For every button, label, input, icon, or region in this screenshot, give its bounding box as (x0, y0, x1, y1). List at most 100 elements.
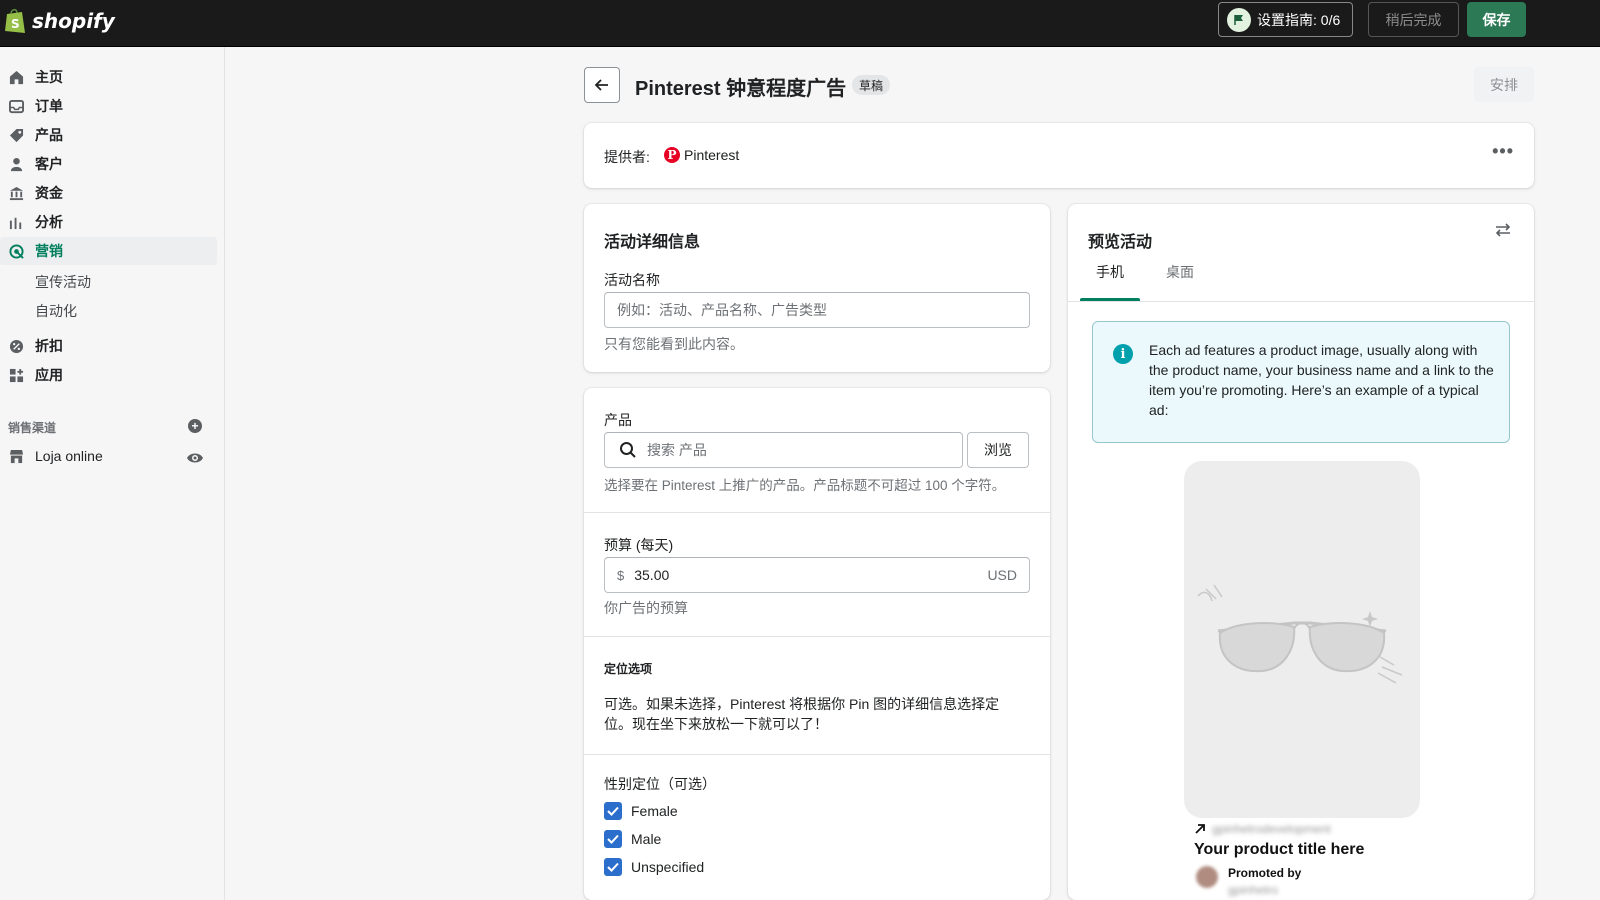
shopify-bag-icon: S (5, 8, 25, 33)
bank-icon (8, 185, 24, 201)
card-title: 活动详细信息 (604, 234, 701, 251)
ad-link-text: gpinhetrodevelopment (1212, 822, 1331, 836)
sidebar-item-label: 主页 (35, 69, 63, 85)
product-search-input[interactable]: 搜索 产品 (604, 432, 963, 468)
sidebar-item-online-store[interactable]: Loja online (0, 442, 217, 470)
save-button[interactable]: 保存 (1467, 2, 1526, 37)
sidebar-item-products[interactable]: 产品 (0, 121, 217, 149)
checkmark-icon[interactable] (604, 830, 622, 848)
sidebar-item-orders[interactable]: 订单 (0, 92, 217, 120)
currency-suffix: USD (987, 567, 1017, 583)
campaign-name-help: 只有您能看到此内容。 (604, 336, 744, 352)
ad-title: Your product title here (1194, 841, 1365, 858)
info-text: Each ad features a product image, usuall… (1149, 342, 1494, 418)
campaign-form-card: 产品 搜索 产品 浏览 选择要在 Pinterest 上推广的产品。产品标题不可… (584, 388, 1050, 900)
info-icon: i (1113, 344, 1133, 364)
apps-icon (8, 367, 24, 383)
checkbox-label: Male (631, 831, 662, 847)
sidebar-item-label: 产品 (35, 127, 63, 143)
search-icon (620, 442, 636, 458)
sidebar-item-home[interactable]: 主页 (0, 63, 217, 91)
preview-card: 预览活动 手机 桌面 i Each ad features a product … (1068, 204, 1534, 900)
currency-prefix: $ (617, 567, 625, 583)
sidebar-item-finances[interactable]: 资金 (0, 179, 217, 207)
top-bar: S shopify 设置指南: 0/6 稍后完成 保存 (0, 0, 1600, 47)
targeting-heading: 定位选项 (604, 662, 653, 676)
divider (1068, 301, 1534, 302)
shopify-logo[interactable]: S shopify (4, 7, 115, 35)
more-actions-icon[interactable]: ••• (1492, 141, 1514, 162)
provider-label: 提供者: (604, 149, 650, 165)
checkbox-unspecified[interactable]: Unspecified (604, 858, 704, 876)
tab-desktop[interactable]: 桌面 (1150, 262, 1210, 304)
arrow-up-right-icon (1195, 824, 1205, 834)
sidebar-subitem-campaigns[interactable]: 宣传活动 (35, 272, 91, 292)
sidebar-subitem-automations[interactable]: 自动化 (35, 301, 77, 321)
targeting-description: 可选。如果未选择，Pinterest 将根据你 Pin 图的详细信息选择定位。现… (604, 696, 1000, 732)
sidebar-item-label: 分析 (35, 214, 63, 230)
provider-name: Pinterest (684, 147, 740, 163)
setup-guide-button[interactable]: 设置指南: 0/6 (1218, 2, 1353, 37)
info-banner: i Each ad features a product image, usua… (1092, 321, 1510, 443)
tag-icon (8, 127, 24, 143)
sidebar-item-apps[interactable]: 应用 (0, 361, 217, 389)
schedule-button[interactable]: 安排 (1474, 67, 1534, 102)
checkbox-male[interactable]: Male (604, 830, 661, 848)
finish-later-button[interactable]: 稍后完成 (1368, 2, 1459, 37)
home-icon (8, 69, 24, 85)
budget-label: 预算 (每天) (604, 537, 674, 553)
campaign-details-card: 活动详细信息 活动名称 例如：活动、产品名称、广告类型 只有您能看到此内容。 (584, 204, 1050, 372)
sidebar-item-marketing[interactable]: 营销 (0, 237, 217, 265)
checkmark-icon[interactable] (604, 802, 622, 820)
browse-button[interactable]: 浏览 (967, 432, 1029, 468)
budget-input[interactable]: $ 35.00 USD (604, 557, 1030, 593)
eye-icon[interactable] (186, 451, 204, 468)
checkbox-female[interactable]: Female (604, 802, 678, 820)
budget-help: 你广告的预算 (604, 600, 688, 616)
setup-guide-label: 设置指南: 0/6 (1257, 11, 1341, 28)
store-icon (8, 448, 24, 464)
product-search-placeholder: 搜索 产品 (647, 442, 707, 458)
checkbox-label: Female (631, 803, 678, 819)
person-icon (8, 156, 24, 172)
pinterest-logo-icon: P (664, 147, 680, 163)
swap-icon[interactable] (1494, 222, 1512, 241)
orders-icon (8, 98, 24, 114)
divider (584, 754, 1050, 755)
checkmark-icon[interactable] (604, 858, 622, 876)
add-channel-icon[interactable]: + (188, 419, 202, 433)
back-button[interactable] (584, 67, 620, 103)
sidebar-item-label: 应用 (35, 367, 63, 383)
provider-card: 提供者: P Pinterest ••• (584, 123, 1534, 188)
divider (584, 636, 1050, 637)
sidebar-item-label: 折扣 (35, 338, 63, 354)
sales-channels-label: 销售渠道 (8, 421, 57, 435)
target-icon (8, 243, 24, 259)
brand-name: shopify (32, 9, 115, 33)
sidebar-item-discounts[interactable]: 折扣 (0, 332, 217, 360)
campaign-name-label: 活动名称 (604, 272, 660, 288)
avatar (1196, 866, 1218, 888)
ad-image-placeholder (1184, 461, 1420, 818)
sidebar-item-label: 营销 (35, 243, 63, 259)
product-label: 产品 (604, 412, 632, 428)
flag-icon (1227, 7, 1251, 32)
sidebar: 主页 订单 产品 客户 资金 分析 营销 宣传活动 自动化 折扣 应用 销售渠道… (0, 47, 225, 900)
sidebar-item-customers[interactable]: 客户 (0, 150, 217, 178)
checkbox-label: Unspecified (631, 859, 705, 875)
campaign-name-input[interactable]: 例如：活动、产品名称、广告类型 (604, 292, 1030, 328)
campaign-name-placeholder: 例如：活动、产品名称、广告类型 (617, 302, 827, 318)
sidebar-item-label: 订单 (35, 98, 63, 114)
sidebar-item-label: 资金 (35, 185, 63, 201)
ad-link: gpinhetrodevelopment (1194, 822, 1331, 836)
budget-value: 35.00 (634, 567, 670, 583)
product-help: 选择要在 Pinterest 上推广的产品。产品标题不可超过 100 个字符。 (604, 478, 1006, 493)
card-title: 预览活动 (1088, 234, 1153, 251)
svg-text:S: S (11, 17, 20, 31)
promoter-name: gpinhetro (1228, 883, 1279, 897)
arrow-left-icon (594, 79, 608, 91)
discount-icon (8, 338, 24, 354)
promoted-by-label: Promoted by (1228, 866, 1302, 880)
sidebar-item-analytics[interactable]: 分析 (0, 208, 217, 236)
sidebar-item-label: Loja online (35, 448, 103, 464)
